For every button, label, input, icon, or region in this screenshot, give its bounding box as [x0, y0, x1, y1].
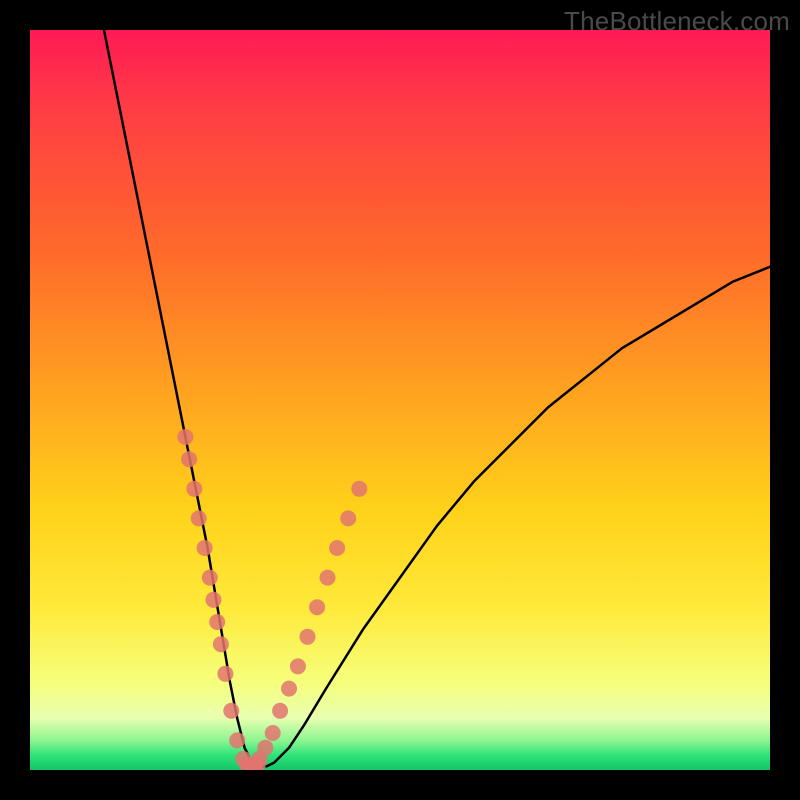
highlight-dot	[265, 725, 281, 741]
highlight-dot	[197, 540, 213, 556]
dots-layer	[177, 429, 367, 770]
highlight-dot	[329, 540, 345, 556]
highlight-dot	[309, 599, 325, 615]
highlight-dot	[300, 629, 316, 645]
highlight-dot	[186, 481, 202, 497]
highlight-dot	[272, 703, 288, 719]
bottleneck-curve-path	[104, 30, 770, 766]
highlight-dot	[223, 703, 239, 719]
highlight-dot	[181, 451, 197, 467]
highlight-dot	[281, 681, 297, 697]
plot-area	[30, 30, 770, 770]
chart-frame: TheBottleneck.com	[0, 0, 800, 800]
highlight-dot	[320, 570, 336, 586]
highlight-dot	[290, 658, 306, 674]
highlight-dot	[177, 429, 193, 445]
highlight-dot	[202, 570, 218, 586]
highlight-dot	[191, 510, 207, 526]
watermark-label: TheBottleneck.com	[564, 6, 790, 37]
highlight-dot	[217, 666, 233, 682]
highlight-dot	[351, 481, 367, 497]
highlight-dot	[340, 510, 356, 526]
highlight-dot	[213, 636, 229, 652]
highlight-dot	[229, 732, 245, 748]
highlight-dot	[206, 592, 222, 608]
curve-layer	[104, 30, 770, 766]
chart-svg	[30, 30, 770, 770]
highlight-dot	[257, 740, 273, 756]
highlight-dot	[209, 614, 225, 630]
